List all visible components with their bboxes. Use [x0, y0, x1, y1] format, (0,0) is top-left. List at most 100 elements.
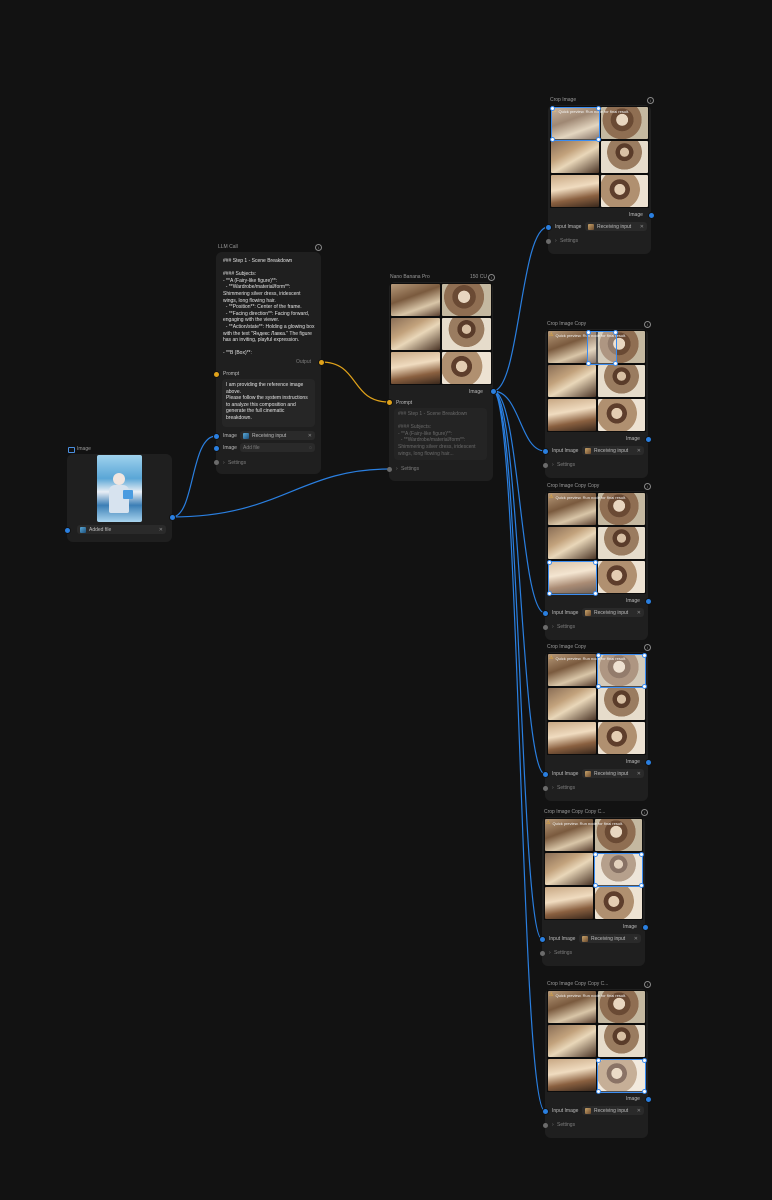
crop-settings-chevron-icon[interactable]: › [552, 624, 554, 630]
llm-image-input-2[interactable]: Add file ◌ [240, 443, 315, 452]
crop-handle[interactable] [596, 137, 601, 142]
remove-input-icon[interactable]: ✕ [308, 433, 312, 439]
crop-input-port[interactable] [542, 610, 548, 616]
crop-input-chip[interactable]: Receiving input ✕ [585, 222, 647, 231]
crop-settings-chevron-icon[interactable]: › [552, 1122, 554, 1128]
crop-settings-label[interactable]: Settings [560, 238, 578, 244]
nano-info-icon[interactable]: i [488, 274, 495, 281]
nano-prompt-input[interactable]: ### Step 1 - Scene Breakdown #### Subject… [394, 408, 487, 460]
crop-input-port[interactable] [542, 771, 548, 777]
crop-settings-label[interactable]: Settings [557, 462, 575, 468]
crop-input-port[interactable] [539, 936, 545, 942]
crop-output-port[interactable] [645, 598, 651, 604]
crop-info-icon[interactable]: i [641, 809, 648, 816]
crop-handle[interactable] [593, 883, 598, 888]
nano-node[interactable]: Image Prompt ### Step 1 - Scene Breakdow… [389, 282, 493, 481]
nano-settings-label[interactable]: Settings [401, 466, 419, 472]
remove-input-icon[interactable]: ✕ [637, 1108, 641, 1114]
crop-settings-label[interactable]: Settings [557, 1122, 575, 1128]
crop-node-body[interactable]: ⚠ Quick preview. Run node for final resu… [545, 491, 648, 640]
llm-image-port-2[interactable] [213, 445, 219, 451]
crop-input-chip[interactable]: Receiving input ✕ [582, 1106, 644, 1115]
crop-settings-chevron-icon[interactable]: › [552, 785, 554, 791]
crop-handle[interactable] [593, 560, 598, 565]
crop-settings-chevron-icon[interactable]: › [552, 462, 554, 468]
llm-settings-label[interactable]: Settings [228, 460, 246, 466]
crop-handle[interactable] [550, 137, 555, 142]
remove-input-icon[interactable]: ✕ [637, 610, 641, 616]
crop-input-chip[interactable]: Receiving input ✕ [582, 608, 644, 617]
crop-handle[interactable] [642, 1058, 647, 1063]
crop-handle[interactable] [547, 560, 552, 565]
llm-image-port-1[interactable] [213, 433, 219, 439]
crop-settings-chevron-icon[interactable]: › [549, 950, 551, 956]
crop-settings-port[interactable] [539, 950, 545, 956]
nano-settings-chevron-icon[interactable]: › [396, 466, 398, 472]
crop-input-port[interactable] [542, 448, 548, 454]
nano-prompt-port[interactable] [386, 399, 392, 405]
llm-settings-chevron-icon[interactable]: › [223, 460, 225, 466]
crop-output-port[interactable] [645, 436, 651, 442]
crop-input-chip[interactable]: Receiving input ✕ [582, 446, 644, 455]
crop-handle[interactable] [639, 852, 644, 857]
crop-handle[interactable] [612, 361, 618, 366]
remove-input-icon[interactable]: ✕ [637, 448, 641, 454]
crop-settings-chevron-icon[interactable]: › [555, 238, 557, 244]
crop-handle[interactable] [596, 1089, 601, 1094]
remove-input-icon[interactable]: ✕ [637, 771, 641, 777]
crop-settings-port[interactable] [542, 462, 548, 468]
crop-node-body[interactable]: ⚠ Quick preview. Run node for final resu… [545, 652, 648, 801]
nano-settings-port[interactable] [386, 466, 392, 472]
crop-handle[interactable] [642, 684, 647, 689]
crop-output-port[interactable] [645, 1096, 651, 1102]
crop-handle[interactable] [593, 852, 598, 857]
crop-output-port[interactable] [642, 924, 648, 930]
crop-info-icon[interactable]: i [644, 321, 651, 328]
crop-handle[interactable] [547, 591, 552, 596]
llm-settings-port[interactable] [213, 459, 219, 465]
crop-settings-label[interactable]: Settings [557, 624, 575, 630]
crop-handle[interactable] [612, 330, 618, 335]
crop-selection-box[interactable] [593, 852, 644, 888]
crop-settings-port[interactable] [542, 785, 548, 791]
crop-handle[interactable] [593, 591, 598, 596]
crop-settings-port[interactable] [542, 624, 548, 630]
crop-handle[interactable] [596, 1058, 601, 1063]
crop-selection-box[interactable] [596, 1058, 647, 1094]
crop-input-port[interactable] [542, 1108, 548, 1114]
remove-input-icon[interactable]: ✕ [634, 936, 638, 942]
crop-info-icon[interactable]: i [644, 644, 651, 651]
llm-prompt-port[interactable] [213, 371, 219, 377]
crop-output-port[interactable] [645, 759, 651, 765]
crop-node-body[interactable]: ⚠ Quick preview. Run node for final resu… [545, 989, 648, 1138]
crop-node-body[interactable]: ⚠ Quick preview. Run node for final resu… [542, 817, 645, 966]
crop-handle[interactable] [596, 106, 601, 111]
crop-selection-box[interactable] [596, 653, 647, 689]
crop-settings-label[interactable]: Settings [554, 950, 572, 956]
crop-input-chip[interactable]: Receiving input ✕ [582, 769, 644, 778]
crop-handle[interactable] [642, 1089, 647, 1094]
remove-file-icon[interactable]: ✕ [159, 527, 163, 533]
image-node[interactable]: Added file ✕ [67, 454, 172, 542]
llm-info-icon[interactable]: i [315, 244, 322, 251]
crop-input-chip[interactable]: Receiving input ✕ [579, 934, 641, 943]
crop-info-icon[interactable]: i [644, 981, 651, 988]
crop-settings-port[interactable] [545, 238, 551, 244]
crop-selection-box[interactable] [550, 106, 601, 142]
crop-settings-label[interactable]: Settings [557, 785, 575, 791]
llm-node[interactable]: ### Step 1 - Scene Breakdown #### Subject… [216, 252, 321, 474]
crop-input-port[interactable] [545, 224, 551, 230]
crop-output-port[interactable] [648, 212, 654, 218]
crop-handle[interactable] [550, 106, 555, 111]
remove-input-icon[interactable]: ✕ [640, 224, 644, 230]
llm-output-port[interactable] [318, 359, 324, 365]
crop-selection-box[interactable] [547, 560, 598, 596]
crop-info-icon[interactable]: i [644, 483, 651, 490]
crop-selection-box[interactable] [586, 330, 618, 366]
crop-handle[interactable] [639, 883, 644, 888]
crop-node-body[interactable]: ⚠ Quick preview. Run node for final resu… [548, 105, 651, 254]
nano-image-output-port[interactable] [490, 388, 496, 394]
crop-handle[interactable] [642, 653, 647, 658]
crop-info-icon[interactable]: i [647, 97, 654, 104]
llm-image-input-1[interactable]: Receiving input ✕ [240, 431, 315, 440]
